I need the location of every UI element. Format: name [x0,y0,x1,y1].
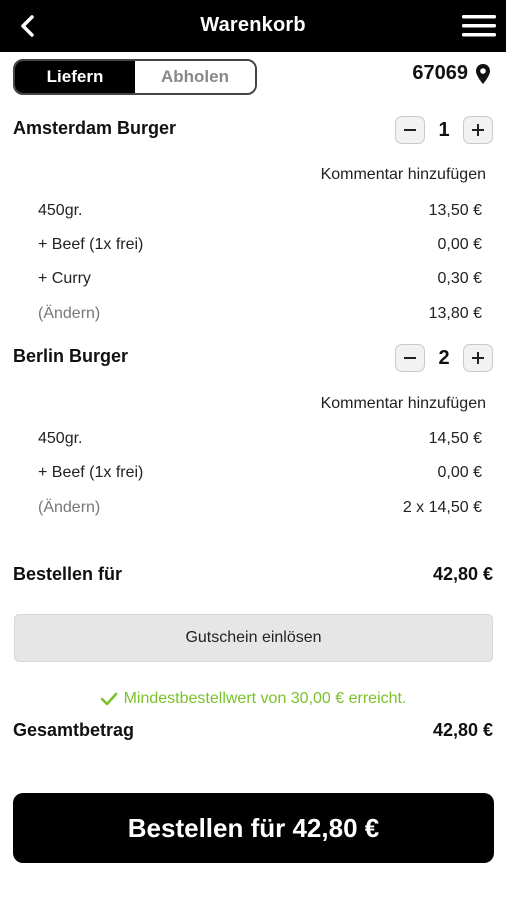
total-value: 42,80 € [432,720,493,740]
quantity-stepper: 2 [395,344,493,372]
hamburger-menu-icon [462,15,496,37]
item-line: 450gr. 13,50 € [38,202,482,220]
item-line: 450gr. 14,50 € [38,430,482,448]
minus-icon [404,129,416,131]
check-icon [100,692,117,706]
line-label: + Beef (1x frei) [38,464,144,481]
order-for-label: Bestellen für [13,564,123,584]
total-label: Gesamtbetrag [13,720,135,740]
item-line: (Ändern) 13,80 € [38,305,482,323]
line-price: 0,30 € [437,270,482,287]
map-pin-icon [476,63,490,84]
add-comment-link[interactable]: Kommentar hinzufügen [321,395,486,413]
zip-code: 67069 [412,62,468,84]
order-for-row: Bestellen für 42,80 € [13,564,493,585]
toggle-option-abholen[interactable]: Abholen [135,61,255,93]
cart-item-name: Berlin Burger [13,346,129,366]
delivery-mode-toggle: Liefern Abholen [13,59,257,95]
increase-quantity-button[interactable] [463,344,493,372]
order-for-value: 42,80 € [432,564,493,584]
top-bar: Warenkorb [0,0,506,52]
item-line: + Beef (1x frei) 0,00 € [38,464,482,482]
item-subtotal: 13,80 € [428,305,482,322]
item-line: + Curry 0,30 € [38,270,482,288]
edit-item-link[interactable]: (Ändern) [38,305,100,323]
min-order-text: Mindestbestellwert von 30,00 € erreicht. [123,690,407,707]
cart-item-name: Amsterdam Burger [13,118,177,138]
item-line: + Beef (1x frei) 0,00 € [38,236,482,254]
redeem-voucher-button[interactable]: Gutschein einlösen [14,614,493,662]
plus-icon [472,352,484,364]
quantity-stepper: 1 [395,116,493,144]
line-price: 14,50 € [428,430,482,447]
increase-quantity-button[interactable] [463,116,493,144]
decrease-quantity-button[interactable] [395,344,425,372]
menu-button[interactable] [460,12,498,40]
decrease-quantity-button[interactable] [395,116,425,144]
quantity-value: 2 [438,346,450,369]
delivery-location[interactable]: 67069 [412,62,490,85]
grand-total-row: Gesamtbetrag 42,80 € [13,720,493,741]
quantity-value: 1 [438,118,450,141]
line-price: 13,50 € [428,202,482,219]
item-line: (Ändern) 2 x 14,50 € [38,499,482,517]
line-label: 450gr. [38,202,83,219]
add-comment-link[interactable]: Kommentar hinzufügen [321,166,486,184]
item-subtotal: 2 x 14,50 € [402,499,482,516]
edit-item-link[interactable]: (Ändern) [38,499,100,517]
minus-icon [404,357,416,359]
line-price: 0,00 € [437,236,482,253]
line-label: + Curry [38,270,91,287]
min-order-message: Mindestbestellwert von 30,00 € erreicht. [0,690,506,708]
toggle-option-liefern[interactable]: Liefern [15,61,135,93]
place-order-button[interactable]: Bestellen für 42,80 € [13,793,494,863]
plus-icon [472,124,484,136]
line-label: 450gr. [38,430,83,447]
line-label: + Beef (1x frei) [38,236,144,253]
line-price: 0,00 € [437,464,482,481]
page-title: Warenkorb [200,14,306,36]
